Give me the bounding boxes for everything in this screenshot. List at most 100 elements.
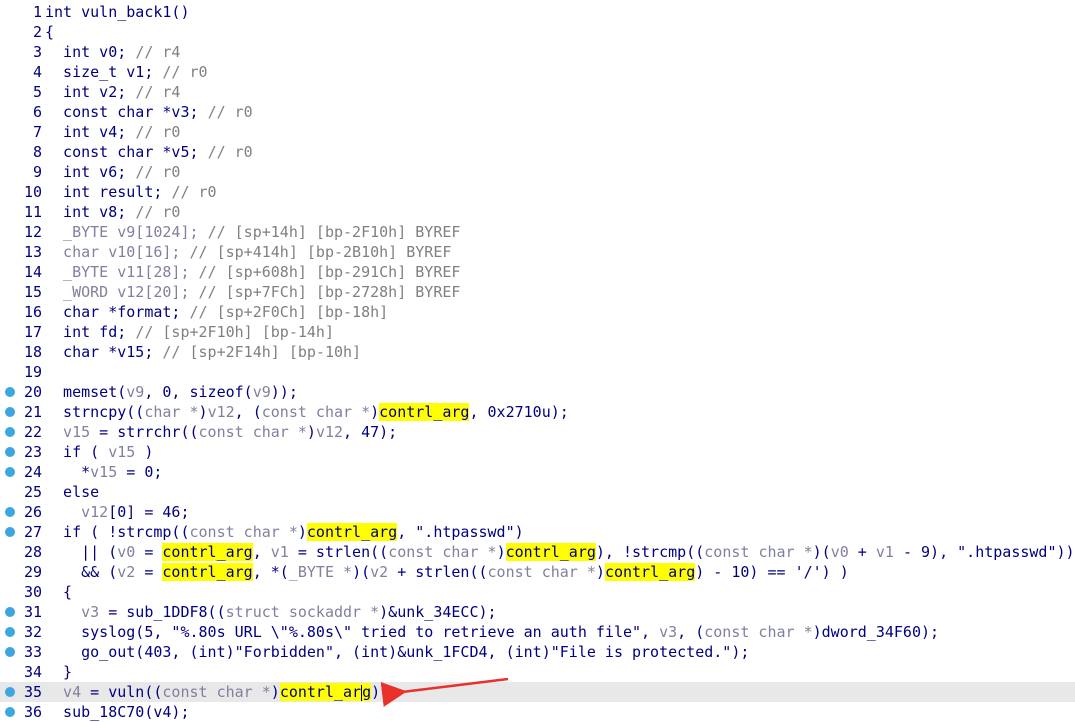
breakpoint-marker-icon[interactable] — [5, 687, 15, 697]
highlighted-token[interactable]: contrl_arg — [604, 563, 696, 581]
code-token: v1 — [270, 543, 289, 561]
line-number: 33 — [23, 643, 42, 661]
code-text: v15 = strrchr((const char *)v12, 47); — [45, 422, 397, 442]
highlighted-token[interactable]: contrl_arg — [379, 403, 470, 421]
code-token: v0 — [830, 543, 849, 561]
code-comment: // r0 — [135, 163, 181, 181]
code-line[interactable]: 27 if ( !strcmp((const char *)contrl_arg… — [0, 522, 1075, 542]
code-line[interactable]: 21 strncpy((char *)v12, (const char *)co… — [0, 402, 1075, 422]
code-line[interactable]: 15 _WORD v12[20]; // [sp+7FCh] [bp-2728h… — [0, 282, 1075, 302]
line-number: 7 — [32, 123, 42, 141]
breakpoint-marker-icon[interactable] — [5, 447, 15, 457]
code-token: + strlen(( — [388, 563, 488, 581]
highlighted-token[interactable]: g — [362, 683, 372, 701]
code-line[interactable]: 23 if ( v15 ) — [0, 442, 1075, 462]
line-number: 20 — [23, 383, 42, 401]
code-text: const char *v5; // r0 — [45, 142, 253, 162]
code-line[interactable]: 32 syslog(5, "%.80s URL \"%.80s\" tried … — [0, 622, 1075, 642]
code-line[interactable]: 33 go_out(403, (int)"Forbidden", (int)&u… — [0, 642, 1075, 662]
breakpoint-marker-icon[interactable] — [5, 647, 15, 657]
code-line[interactable]: 10 int result; // r0 — [0, 182, 1075, 202]
highlighted-token[interactable]: contrl_ar — [279, 683, 362, 701]
code-text: char v10[16]; // [sp+414h] [bp-2B10h] BY… — [45, 242, 451, 262]
code-token: v15 — [45, 423, 91, 441]
code-line[interactable]: 29 && (v2 = contrl_arg, *(_BYTE *)(v2 + … — [0, 562, 1075, 582]
code-line[interactable]: 3 int v0; // r4 — [0, 42, 1075, 62]
code-token: int result; — [45, 183, 172, 201]
line-number: 28 — [23, 543, 42, 561]
code-token: _WORD v12[20]; — [45, 283, 199, 301]
code-line[interactable]: 20 memset(v9, 0, sizeof(v9)); — [0, 382, 1075, 402]
code-line[interactable]: 13 char v10[16]; // [sp+414h] [bp-2B10h]… — [0, 242, 1075, 262]
code-line[interactable]: 31 v3 = sub_1DDF8((struct sockaddr *)&un… — [0, 602, 1075, 622]
code-comment: // [sp+2F0Ch] [bp-18h] — [189, 303, 389, 321]
code-token: , 0x2710u); — [469, 403, 569, 421]
breakpoint-marker-icon[interactable] — [5, 627, 15, 637]
code-line[interactable]: 18 char *v15; // [sp+2F14h] [bp-10h] — [0, 342, 1075, 362]
line-number: 21 — [23, 403, 42, 421]
code-line[interactable]: 30 { — [0, 582, 1075, 602]
code-line[interactable]: 22 v15 = strrchr((const char *)v12, 47); — [0, 422, 1075, 442]
code-text: sub_18C70(v4); — [45, 702, 189, 722]
breakpoint-marker-icon[interactable] — [5, 707, 15, 717]
code-comment: // [sp+608h] [bp-291Ch] BYREF — [198, 263, 461, 281]
breakpoint-marker-icon[interactable] — [5, 607, 15, 617]
code-line[interactable]: 26 v12[0] = 46; — [0, 502, 1075, 522]
line-number: 32 — [23, 623, 42, 641]
breakpoint-marker-icon[interactable] — [5, 387, 15, 397]
highlighted-token[interactable]: contrl_arg — [306, 523, 398, 541]
code-token: const char *v5; — [45, 143, 208, 161]
code-text: && (v2 = contrl_arg, *(_BYTE *)(v2 + str… — [45, 562, 849, 582]
code-token: ) — [270, 683, 280, 701]
line-number: 24 — [23, 463, 42, 481]
code-line[interactable]: 1 int vuln_back1() — [0, 2, 1075, 22]
code-text: int v2; // r4 — [45, 82, 180, 102]
code-text: v12[0] = 46; — [45, 502, 189, 522]
code-line[interactable]: 17 int fd; // [sp+2F10h] [bp-14h] — [0, 322, 1075, 342]
code-line[interactable]: 7 int v4; // r0 — [0, 122, 1075, 142]
code-token: = 0; — [117, 463, 163, 481]
code-line[interactable]: 4 size_t v1; // r0 — [0, 62, 1075, 82]
code-line[interactable]: 24 *v15 = 0; — [0, 462, 1075, 482]
code-text: _BYTE v11[28]; // [sp+608h] [bp-291Ch] B… — [45, 262, 460, 282]
breakpoint-marker-icon[interactable] — [5, 507, 15, 517]
code-line[interactable]: 28 || (v0 = contrl_arg, v1 = strlen((con… — [0, 542, 1075, 562]
code-line[interactable]: 11 int v8; // r0 — [0, 202, 1075, 222]
code-line[interactable]: 5 int v2; // r4 — [0, 82, 1075, 102]
code-line[interactable]: 2{ — [0, 22, 1075, 42]
highlighted-token[interactable]: contrl_arg — [505, 543, 596, 561]
highlighted-token[interactable]: contrl_arg — [162, 543, 253, 561]
code-token: char *v15; — [45, 343, 163, 361]
code-token: const char *v3; — [45, 103, 208, 121]
code-token: )&unk_34ECC); — [379, 603, 497, 621]
code-line[interactable]: 34 } — [0, 662, 1075, 682]
code-token: v15 — [108, 443, 136, 461]
code-token: const char * — [487, 563, 596, 581]
code-line[interactable]: 36 sub_18C70(v4); — [0, 702, 1075, 722]
code-token: int vuln_back1() — [45, 3, 190, 21]
code-line[interactable]: 35 v4 = vuln((const char *)contrl_arg); — [0, 682, 1075, 702]
code-comment: // r0 — [162, 63, 208, 81]
code-text: strncpy((char *)v12, (const char *)contr… — [45, 402, 569, 422]
breakpoint-marker-icon[interactable] — [5, 407, 15, 417]
breakpoint-marker-icon[interactable] — [5, 527, 15, 537]
code-token: const char * — [198, 423, 307, 441]
code-token: int fd; — [45, 323, 136, 341]
code-line[interactable]: 12 _BYTE v9[1024]; // [sp+14h] [bp-2F10h… — [0, 222, 1075, 242]
code-token: int v0; — [45, 43, 136, 61]
code-line[interactable]: 16 char *format; // [sp+2F0Ch] [bp-18h] — [0, 302, 1075, 322]
code-line[interactable]: 19 — [0, 362, 1075, 382]
code-token: _BYTE v9[1024]; — [45, 223, 208, 241]
code-line[interactable]: 9 int v6; // r0 — [0, 162, 1075, 182]
code-line[interactable]: 25 else — [0, 482, 1075, 502]
code-line[interactable]: 8 const char *v5; // r0 — [0, 142, 1075, 162]
breakpoint-marker-icon[interactable] — [5, 467, 15, 477]
code-token: const char * — [704, 623, 813, 641]
code-token: = sub_1DDF8(( — [99, 603, 226, 621]
highlighted-token[interactable]: contrl_arg — [162, 563, 253, 581]
code-line[interactable]: 14 _BYTE v11[28]; // [sp+608h] [bp-291Ch… — [0, 262, 1075, 282]
code-line[interactable]: 6 const char *v3; // r0 — [0, 102, 1075, 122]
code-token: - 9), ".htpasswd")) — [893, 543, 1075, 561]
breakpoint-marker-icon[interactable] — [5, 427, 15, 437]
code-comment: // r0 — [171, 183, 217, 201]
